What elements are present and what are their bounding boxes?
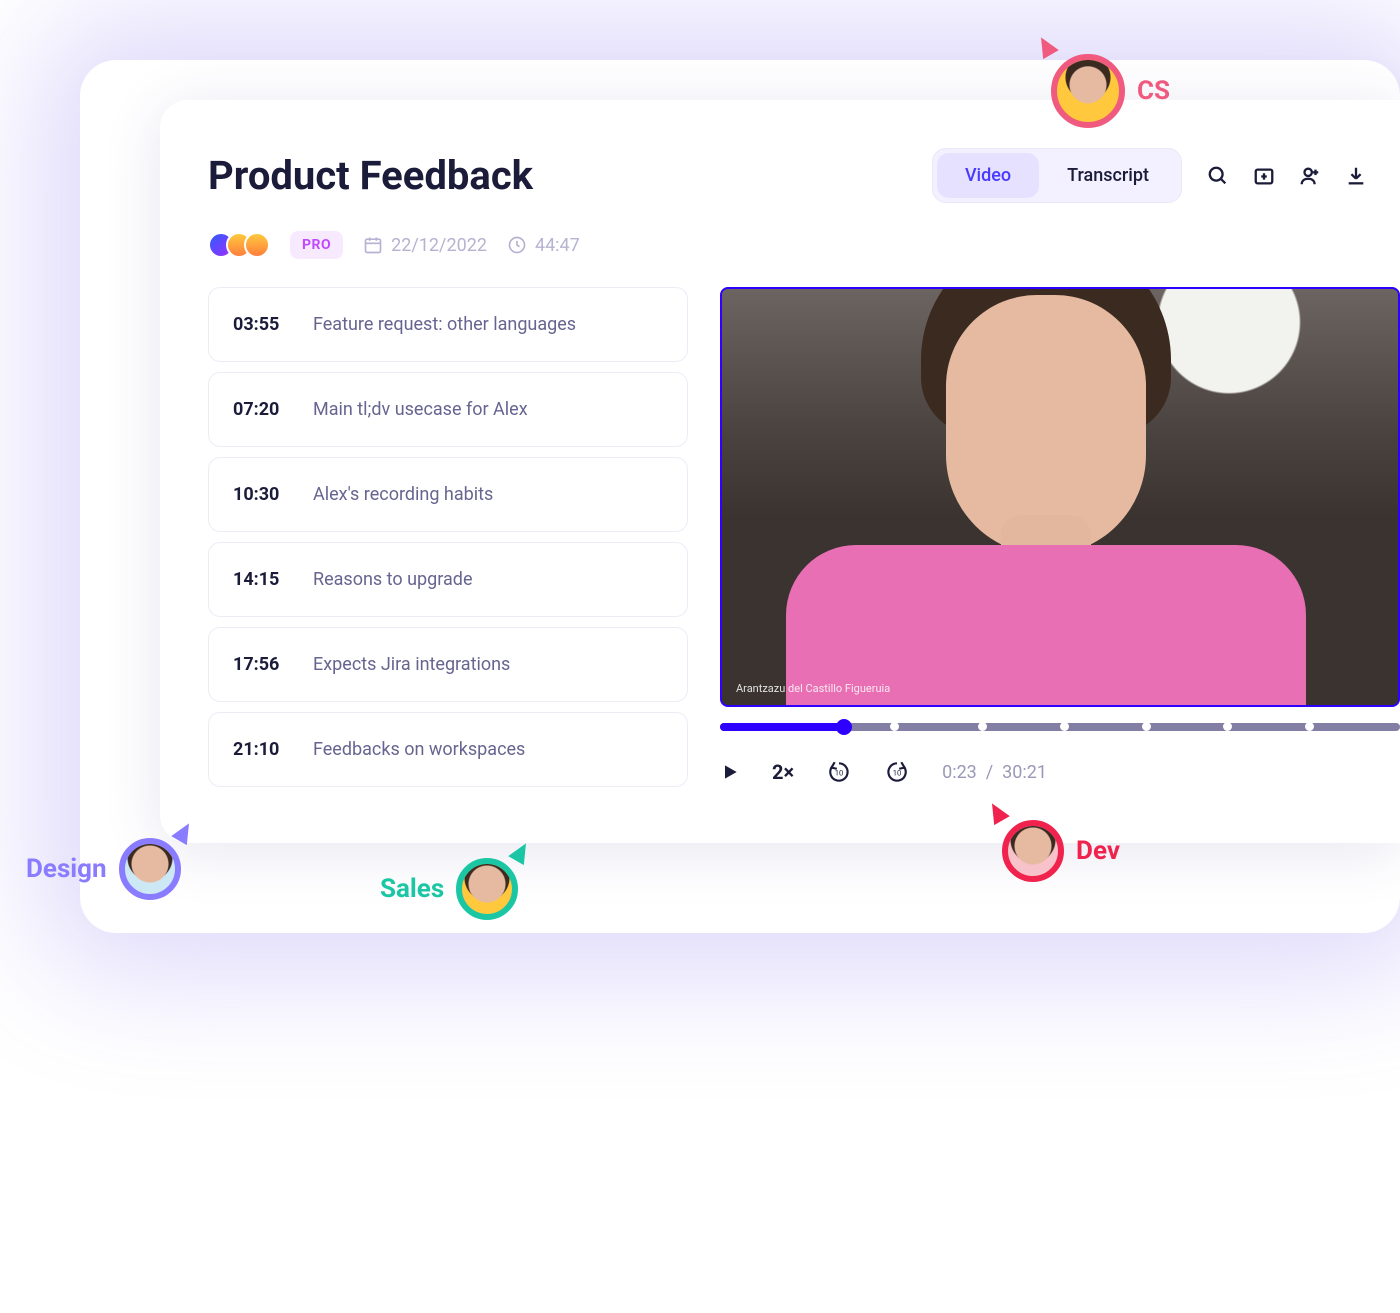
search-icon[interactable] [1206,164,1230,188]
add-user-icon[interactable] [1298,164,1322,188]
highlight-time: 07:20 [233,399,289,420]
avatar [1002,820,1064,882]
tab-transcript[interactable]: Transcript [1039,153,1177,198]
video-player[interactable]: Arantzazu del Castillo Figueruia [720,287,1400,707]
calendar-icon [363,235,383,255]
highlight-text: Alex's recording habits [313,484,493,505]
avatar [1051,54,1125,128]
svg-text:10: 10 [835,768,844,777]
download-icon[interactable] [1344,164,1368,188]
highlight-time: 17:56 [233,654,289,675]
tab-video[interactable]: Video [937,153,1039,198]
highlight-time: 10:30 [233,484,289,505]
svg-text:10: 10 [893,768,902,777]
play-button[interactable] [720,762,740,782]
highlight-time: 03:55 [233,314,289,335]
highlight-text: Main tl;dv usecase for Alex [313,399,528,420]
highlights-list: 03:55 Feature request: other languages 0… [208,287,688,787]
view-tabs: Video Transcript [932,148,1182,203]
highlight-item[interactable]: 03:55 Feature request: other languages [208,287,688,362]
cursor-dev: Dev [1002,820,1120,882]
avatar [456,858,518,920]
cursor-design: Design [26,838,181,900]
highlight-text: Feature request: other languages [313,314,576,335]
highlight-item[interactable]: 10:30 Alex's recording habits [208,457,688,532]
video-panel: Arantzazu del Castillo Figueruia 2× [720,287,1400,787]
playback-speed[interactable]: 2× [772,760,794,784]
participant-avatars[interactable] [208,232,270,258]
video-scrubber[interactable] [720,719,1400,737]
cursor-sales: Sales [380,858,518,920]
highlight-time: 21:10 [233,739,289,760]
pro-badge: PRO [290,231,343,259]
cursor-cs: CS [1051,54,1170,128]
rewind-10-button[interactable]: 10 [826,759,852,785]
video-controls: 2× 10 10 0:23 / 30:21 [720,759,1400,785]
duration-display: 44:47 [507,235,580,256]
date-display: 22/12/2022 [363,235,487,256]
page-title: Product Feedback [208,152,533,199]
highlight-text: Expects Jira integrations [313,654,510,675]
highlight-text: Reasons to upgrade [313,569,473,590]
scrubber-handle[interactable] [836,719,852,735]
highlight-item[interactable]: 07:20 Main tl;dv usecase for Alex [208,372,688,447]
highlight-item[interactable]: 14:15 Reasons to upgrade [208,542,688,617]
header: Product Feedback Video Transcript [208,148,1400,203]
add-folder-icon[interactable] [1252,164,1276,188]
clock-icon [507,235,527,255]
highlight-item[interactable]: 17:56 Expects Jira integrations [208,627,688,702]
speaker-caption: Arantzazu del Castillo Figueruia [736,682,890,695]
forward-10-button[interactable]: 10 [884,759,910,785]
highlight-item[interactable]: 21:10 Feedbacks on workspaces [208,712,688,787]
highlight-text: Feedbacks on workspaces [313,739,525,760]
highlight-time: 14:15 [233,569,289,590]
time-display: 0:23 / 30:21 [942,762,1047,783]
meta-row: PRO 22/12/2022 44:47 [208,231,1400,259]
app-window: Product Feedback Video Transcript [160,100,1400,843]
avatar [119,838,181,900]
